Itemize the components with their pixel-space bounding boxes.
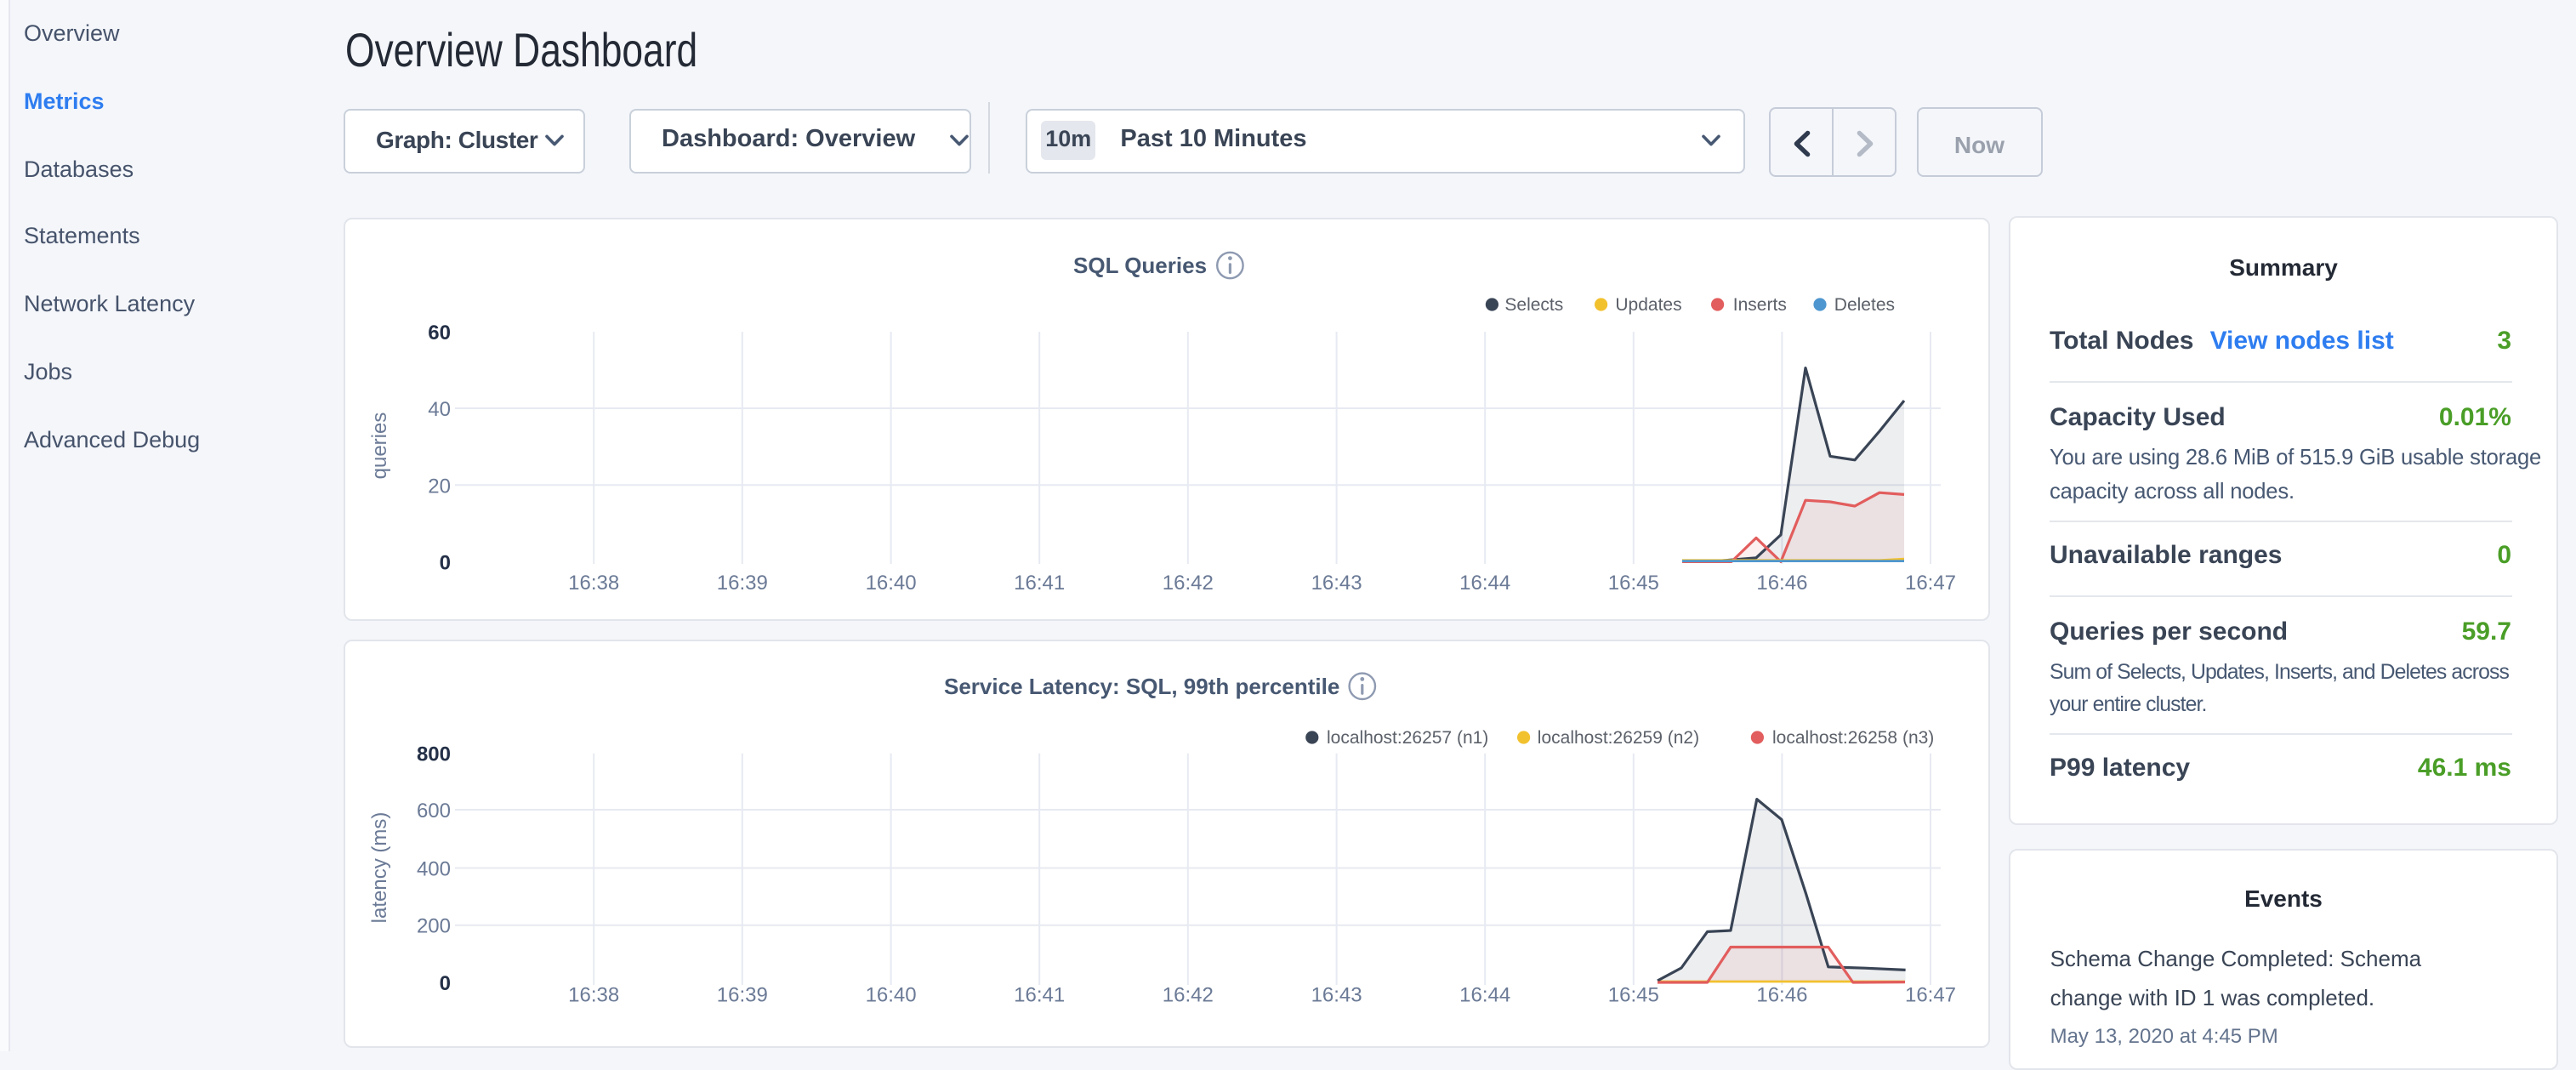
svg-text:localhost:26259 (n2): localhost:26259 (n2) xyxy=(1538,727,1699,747)
svg-text:16:45: 16:45 xyxy=(1608,983,1659,1006)
svg-text:16:43: 16:43 xyxy=(1311,983,1362,1006)
svg-text:localhost:26258 (n3): localhost:26258 (n3) xyxy=(1772,727,1934,747)
svg-text:16:38: 16:38 xyxy=(568,983,619,1006)
svg-text:16:38: 16:38 xyxy=(568,572,619,595)
svg-text:Service Latency: SQL, 99th per: Service Latency: SQL, 99th percentile xyxy=(944,673,1339,698)
svg-text:60: 60 xyxy=(428,322,451,344)
svg-text:16:39: 16:39 xyxy=(717,572,768,595)
svg-text:16:44: 16:44 xyxy=(1459,983,1510,1006)
svg-text:600: 600 xyxy=(417,799,451,822)
svg-text:16:47: 16:47 xyxy=(1905,983,1956,1006)
svg-text:Updates: Updates xyxy=(1615,295,1681,315)
svg-text:16:47: 16:47 xyxy=(1905,572,1956,595)
svg-text:16:40: 16:40 xyxy=(866,983,917,1006)
svg-text:800: 800 xyxy=(417,742,451,765)
svg-text:16:42: 16:42 xyxy=(1163,983,1214,1006)
svg-text:200: 200 xyxy=(417,914,451,937)
svg-text:Selects: Selects xyxy=(1504,295,1563,315)
svg-text:16:44: 16:44 xyxy=(1459,572,1510,595)
svg-text:Deletes: Deletes xyxy=(1834,295,1895,315)
svg-text:0: 0 xyxy=(440,971,451,994)
svg-text:400: 400 xyxy=(417,857,451,880)
svg-text:16:40: 16:40 xyxy=(866,572,917,595)
svg-text:SQL Queries: SQL Queries xyxy=(1073,253,1207,278)
svg-text:queries: queries xyxy=(368,413,391,480)
svg-text:20: 20 xyxy=(428,475,451,498)
svg-text:0: 0 xyxy=(440,552,451,575)
svg-text:16:42: 16:42 xyxy=(1163,572,1214,595)
svg-text:16:41: 16:41 xyxy=(1014,983,1065,1006)
svg-text:16:43: 16:43 xyxy=(1311,572,1362,595)
svg-text:16:46: 16:46 xyxy=(1756,983,1807,1006)
svg-text:16:41: 16:41 xyxy=(1014,572,1065,595)
svg-text:Inserts: Inserts xyxy=(1733,295,1787,315)
svg-text:16:45: 16:45 xyxy=(1608,572,1659,595)
svg-text:localhost:26257 (n1): localhost:26257 (n1) xyxy=(1327,727,1488,747)
svg-text:16:46: 16:46 xyxy=(1756,572,1807,595)
svg-text:16:39: 16:39 xyxy=(717,983,768,1006)
svg-text:latency (ms): latency (ms) xyxy=(368,811,391,923)
svg-text:40: 40 xyxy=(428,398,451,421)
